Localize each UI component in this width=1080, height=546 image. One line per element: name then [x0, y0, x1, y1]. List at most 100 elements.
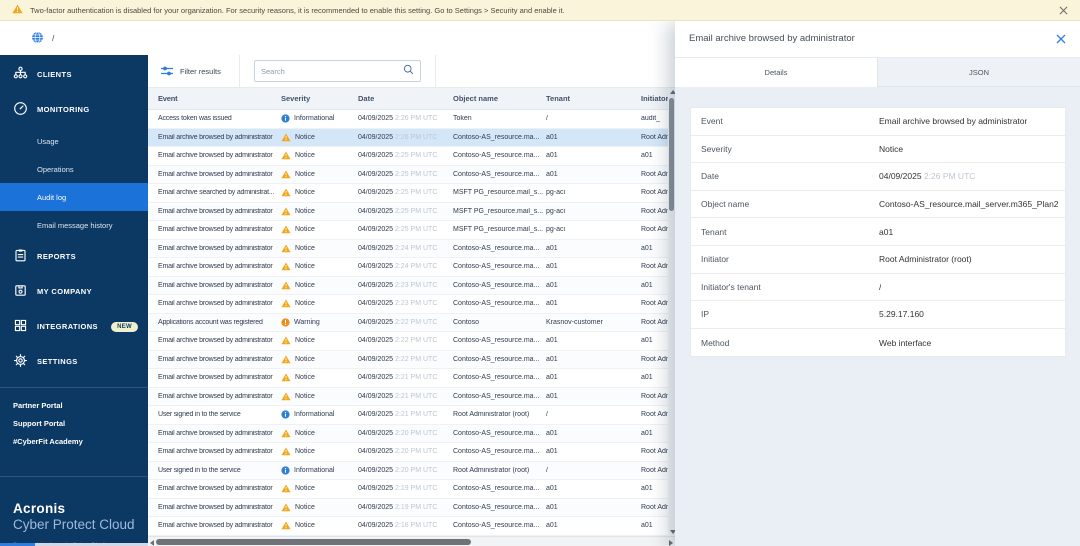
- vertical-scrollbar-thumb[interactable]: [669, 98, 674, 211]
- cell-date: 04/09/2025 2:21 PM UTC: [358, 393, 453, 400]
- cell-object-name: Contoso-AS_resource.ma...: [453, 485, 540, 493]
- severity-label: Notice: [295, 300, 315, 308]
- severity-label: Notice: [295, 189, 315, 197]
- notice-triangle-icon: [281, 133, 291, 142]
- cell-tenant: a01: [546, 300, 558, 308]
- cell-date: 04/09/2025 2:22 PM UTC: [358, 337, 453, 344]
- sidebar-item-label: MY COMPANY: [37, 287, 92, 296]
- filter-results-button[interactable]: Filter results: [160, 55, 221, 88]
- search-box: [254, 60, 421, 82]
- tab-json[interactable]: JSON: [877, 58, 1080, 87]
- cell-tenant: a01: [546, 374, 558, 382]
- cell-object-name: Root Administrator (root): [453, 411, 530, 419]
- info-circle-icon: [281, 410, 290, 419]
- table-row[interactable]: Applications account was registered Warni…: [148, 313, 668, 332]
- sidebar-divider: [0, 387, 148, 388]
- table-row[interactable]: User signed in to the service Information…: [148, 406, 668, 425]
- tab-details[interactable]: Details: [675, 58, 877, 87]
- banner-close-icon[interactable]: [1059, 6, 1068, 15]
- sidebar-item-email-message-history[interactable]: Email message history: [0, 211, 148, 239]
- table-row[interactable]: Email archive searched by administrat...…: [148, 184, 668, 203]
- sidebar-link-support-portal[interactable]: Support Portal: [0, 414, 148, 432]
- horizontal-scrollbar-thumb[interactable]: [156, 539, 471, 545]
- sidebar-item-label: INTEGRATIONS: [37, 322, 98, 331]
- sidebar-link-partner-portal[interactable]: Partner Portal: [0, 396, 148, 414]
- time-value: 2:18 PM UTC: [393, 522, 438, 530]
- table-row[interactable]: Email archive browsed by administrator No…: [148, 276, 668, 295]
- breadcrumb[interactable]: /: [52, 33, 54, 43]
- column-header-severity[interactable]: Severity: [281, 94, 358, 103]
- date-value: 04/09/2025: [358, 466, 394, 474]
- table-toolbar: Filter results: [148, 55, 675, 88]
- detail-field-initiator: Initiator Root Administrator (root): [691, 246, 1065, 274]
- column-header-object-name[interactable]: Object name: [453, 94, 546, 103]
- cell-severity: Warning: [281, 318, 358, 327]
- table-row[interactable]: Email archive browsed by administrator No…: [148, 498, 668, 517]
- scroll-left-arrow[interactable]: [150, 539, 154, 546]
- cell-initiator: a01: [641, 152, 653, 160]
- toolbar-divider: [435, 55, 436, 87]
- table-row[interactable]: Email archive browsed by administrator No…: [148, 221, 668, 240]
- scroll-right-arrow[interactable]: [669, 539, 673, 546]
- table-row[interactable]: Email archive browsed by administrator No…: [148, 147, 668, 166]
- notice-triangle-icon: [281, 225, 291, 234]
- sidebar-item-clients[interactable]: CLIENTS: [0, 57, 148, 92]
- notice-triangle-icon: [281, 299, 291, 308]
- cell-date: 04/09/2025 2:25 PM UTC: [358, 152, 453, 159]
- sidebar-link--cyberfit-academy[interactable]: #CyberFit Academy: [0, 432, 148, 450]
- horizontal-scrollbar[interactable]: [148, 536, 675, 546]
- cell-severity: Informational: [281, 466, 358, 475]
- vertical-scrollbar[interactable]: [668, 88, 675, 536]
- sidebar-item-audit-log[interactable]: Audit log: [0, 183, 148, 211]
- table-row[interactable]: Email archive browsed by administrator No…: [148, 165, 668, 184]
- table-row[interactable]: Email archive browsed by administrator No…: [148, 387, 668, 406]
- sidebar-item-label: SETTINGS: [37, 357, 78, 366]
- cell-date: 04/09/2025 2:25 PM UTC: [358, 171, 453, 178]
- table-row[interactable]: Email archive browsed by administrator No…: [148, 202, 668, 221]
- cell-object-name: Contoso-AS_resource.ma...: [453, 152, 540, 160]
- sidebar-item-monitoring[interactable]: MONITORING: [0, 92, 148, 127]
- cell-date: 04/09/2025 2:23 PM UTC: [358, 282, 453, 289]
- column-header-event[interactable]: Event: [148, 94, 281, 103]
- search-input[interactable]: [261, 66, 403, 76]
- severity-label: Informational: [294, 466, 335, 474]
- table-row[interactable]: Email archive browsed by administrator No…: [148, 295, 668, 314]
- table-row[interactable]: Email archive browsed by administrator No…: [148, 258, 668, 277]
- cell-severity: Notice: [281, 484, 358, 493]
- cell-severity: Notice: [281, 355, 358, 364]
- sidebar-item-my-company[interactable]: MY COMPANY: [0, 274, 148, 309]
- table-row[interactable]: User signed in to the service Information…: [148, 461, 668, 480]
- table-row[interactable]: Email archive browsed by administrator No…: [148, 480, 668, 499]
- panel-close-icon[interactable]: [1056, 34, 1066, 44]
- table-row[interactable]: Email archive browsed by administrator No…: [148, 517, 668, 536]
- column-header-tenant[interactable]: Tenant: [546, 94, 641, 103]
- table-row[interactable]: Email archive browsed by administrator No…: [148, 424, 668, 443]
- column-header-date[interactable]: Date: [358, 94, 453, 103]
- table-row[interactable]: Email archive browsed by administrator No…: [148, 369, 668, 388]
- globe-icon[interactable]: [31, 31, 44, 46]
- table-row[interactable]: Email archive browsed by administrator No…: [148, 128, 668, 147]
- sidebar-item-usage[interactable]: Usage: [0, 127, 148, 155]
- cell-initiator: Root Administrator (root): [641, 133, 668, 141]
- sidebar-item-operations[interactable]: Operations: [0, 155, 148, 183]
- cell-tenant: a01: [546, 152, 558, 160]
- logo-line1: Acronis: [13, 501, 66, 516]
- cell-date: 04/09/2025 2:19 PM UTC: [358, 504, 453, 511]
- date-value: 04/09/2025: [358, 152, 394, 160]
- cell-event: Email archive browsed by administrator: [158, 281, 273, 289]
- sidebar-item-settings[interactable]: SETTINGS: [0, 344, 148, 379]
- table-row[interactable]: Access token was issued Informational 04/0…: [148, 110, 668, 129]
- notice-triangle-icon: [281, 336, 291, 345]
- cell-event: Email archive browsed by administrator: [158, 152, 273, 160]
- sidebar-item-reports[interactable]: REPORTS: [0, 239, 148, 274]
- notice-triangle-icon: [281, 521, 291, 530]
- table-row[interactable]: Email archive browsed by administrator No…: [148, 350, 668, 369]
- table-row[interactable]: Email archive browsed by administrator No…: [148, 443, 668, 462]
- sidebar-item-integrations[interactable]: INTEGRATIONS NEW: [0, 309, 148, 344]
- search-icon[interactable]: [403, 62, 414, 80]
- table-row[interactable]: Email archive browsed by administrator No…: [148, 332, 668, 351]
- cell-tenant: a01: [546, 522, 558, 530]
- table-row[interactable]: Email archive browsed by administrator No…: [148, 239, 668, 258]
- date-value: 04/09/2025: [358, 355, 394, 363]
- cell-object-name: Contoso-AS_resource.ma...: [453, 170, 540, 178]
